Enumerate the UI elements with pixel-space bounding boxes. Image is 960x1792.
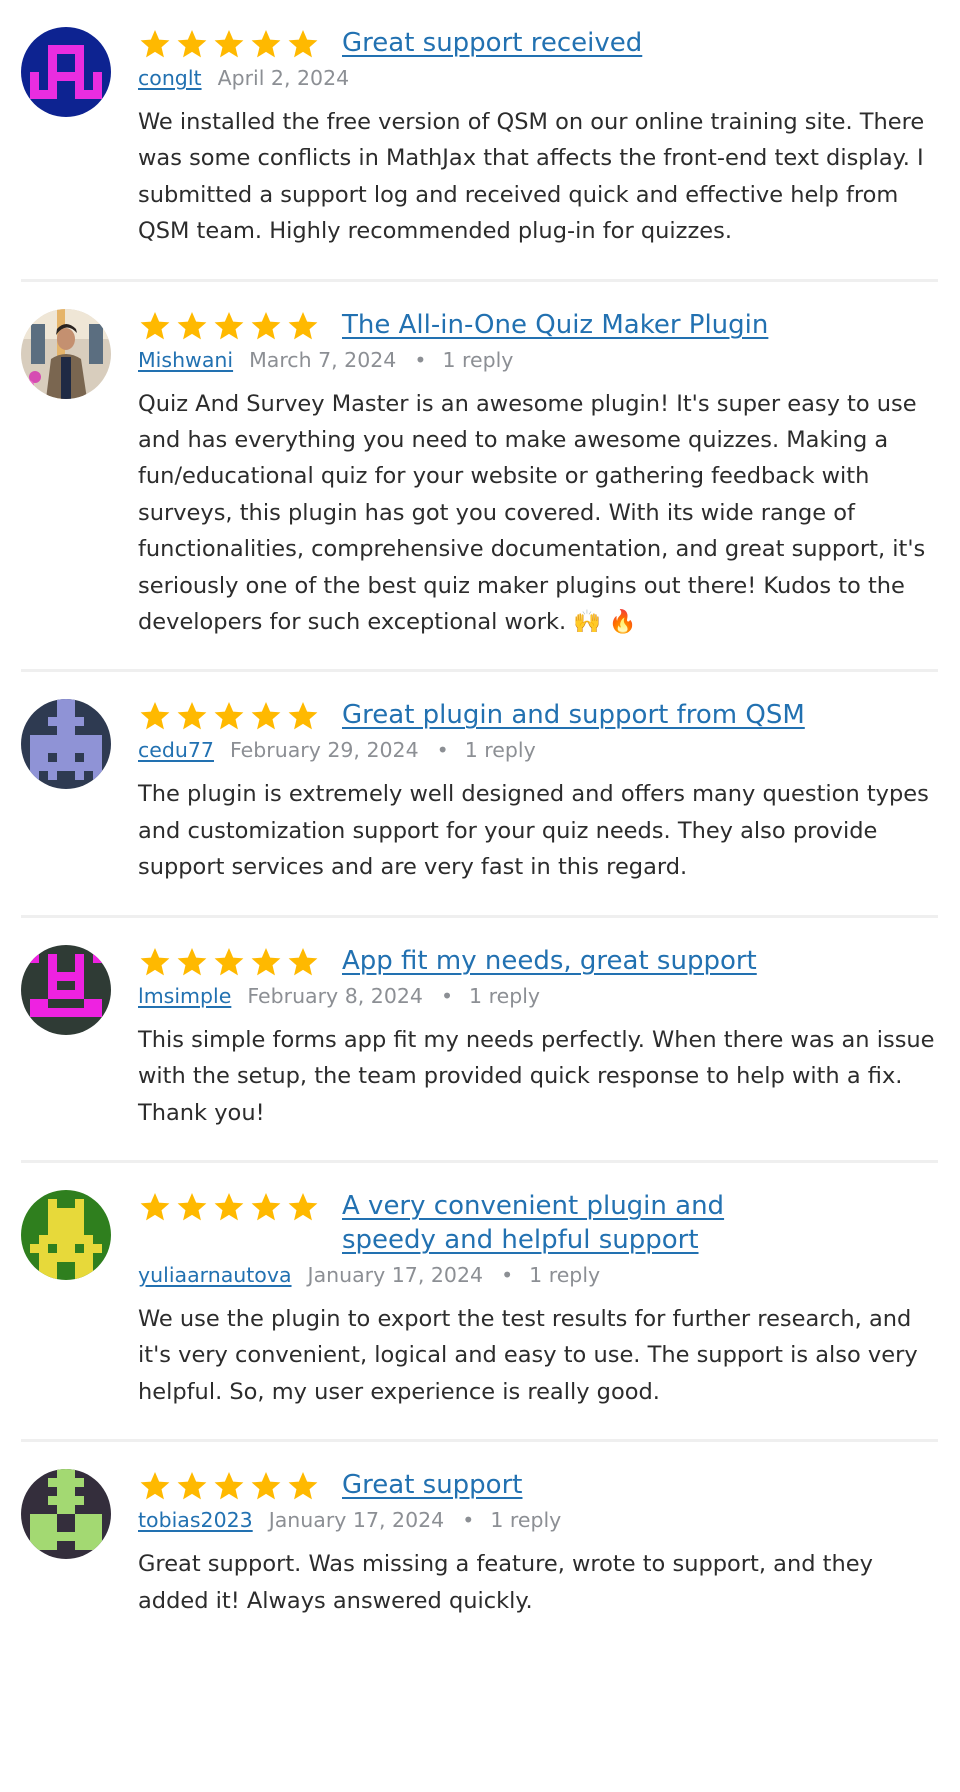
review-meta: conglt April 2, 2024 [138,64,938,92]
star-icon [249,1470,285,1502]
star-icon [212,700,248,732]
reply-count: 1 reply [442,347,514,372]
star-rating [138,1470,322,1502]
separator-dot: • [501,1262,514,1287]
review-meta: yuliaarnautova January 17, 2024 • 1 reply [138,1261,938,1289]
star-icon [175,700,211,732]
user-photo-avatar-icon [21,308,111,399]
author-link[interactable]: tobias2023 [138,1508,253,1532]
star-icon [175,1191,211,1223]
review-list: Great support received conglt April 2, 20… [21,0,938,1648]
review-item: A very convenient plugin and speedy and … [21,1163,938,1443]
review-item: Great support received conglt April 2, 20… [21,0,938,282]
star-icon [212,946,248,978]
review-date: February 29, 2024 [229,738,419,763]
review-body: The plugin is extremely well designed an… [138,781,929,881]
reply-count: 1 reply [464,738,536,763]
review-title-link[interactable]: Great plugin and support from QSM [342,698,805,732]
review-meta: Mishwani March 7, 2024 • 1 reply [138,346,938,374]
identicon-avatar-icon [21,699,111,790]
author-link[interactable]: cedu77 [138,738,214,762]
review-item: Great support tobias2023 January 17, 2024… [21,1442,938,1648]
star-icon [138,700,174,732]
star-icon [175,310,211,342]
star-icon [286,310,322,342]
star-rating [138,310,322,342]
reply-count: 1 reply [490,1508,562,1533]
review-body: We use the plugin to export the test res… [138,1305,918,1405]
star-icon [138,1191,174,1223]
review-date: January 17, 2024 [268,1508,445,1533]
review-meta: lmsimple February 8, 2024 • 1 reply [138,982,938,1010]
separator-dot: • [440,983,454,1008]
star-rating [138,28,322,60]
star-icon [212,1470,248,1502]
review-title-link[interactable]: Great support received [342,26,642,60]
review-body: We installed the free version of QSM on … [138,109,925,245]
review-title-link[interactable]: The All-in-One Quiz Maker Plugin [342,308,768,342]
review-meta: cedu77 February 29, 2024 • 1 reply [138,736,938,764]
star-icon [286,946,322,978]
reply-count: 1 reply [529,1262,601,1287]
star-icon [286,700,322,732]
review-title-link[interactable]: App fit my needs, great support [342,944,757,978]
star-icon [286,1470,322,1502]
star-icon [212,1191,248,1223]
review-title-link[interactable]: A very convenient plugin and speedy and … [342,1189,762,1257]
star-icon [175,28,211,60]
separator-dot: • [414,347,427,372]
separator-dot: • [462,1508,475,1533]
author-link[interactable]: lmsimple [138,984,231,1008]
star-icon [138,28,174,60]
star-rating [138,700,322,732]
star-icon [249,700,285,732]
star-icon [175,946,211,978]
star-icon [286,28,322,60]
star-icon [249,310,285,342]
avatar[interactable] [21,1469,111,1560]
star-icon [286,1191,322,1223]
review-item: The All-in-One Quiz Maker Plugin Mishwan… [21,282,938,673]
star-icon [138,946,174,978]
avatar[interactable] [21,1189,111,1280]
review-meta: tobias2023 January 17, 2024 • 1 reply [138,1506,938,1534]
review-title-link[interactable]: Great support [342,1468,522,1502]
separator-dot: • [436,738,449,763]
star-icon [249,28,285,60]
review-body: This simple forms app fit my needs perfe… [138,1026,935,1126]
author-link[interactable]: yuliaarnautova [138,1263,292,1287]
star-icon [212,28,248,60]
star-icon [212,310,248,342]
avatar[interactable] [21,944,111,1035]
author-link[interactable]: Mishwani [138,348,233,372]
review-date: February 8, 2024 [247,983,423,1008]
review-item: Great plugin and support from QSM cedu77… [21,672,938,918]
identicon-avatar-icon [21,27,111,117]
identicon-avatar-icon [21,944,111,1035]
reply-count: 1 reply [469,983,541,1008]
avatar[interactable] [21,27,111,117]
identicon-avatar-icon [21,1469,111,1560]
star-icon [175,1470,211,1502]
star-rating [138,1191,322,1223]
star-icon [249,946,285,978]
star-rating [138,946,322,978]
review-item: App fit my needs, great support lmsimple… [21,918,938,1163]
avatar[interactable] [21,308,111,399]
review-date: March 7, 2024 [249,347,397,372]
star-icon [249,1191,285,1223]
review-date: April 2, 2024 [217,66,350,90]
identicon-avatar-icon [21,1189,111,1280]
star-icon [138,1470,174,1502]
avatar[interactable] [21,699,111,790]
star-icon [138,310,174,342]
review-body: Quiz And Survey Master is an awesome plu… [138,390,926,636]
author-link[interactable]: conglt [138,66,202,90]
review-body: Great support. Was missing a feature, wr… [138,1551,873,1614]
review-date: January 17, 2024 [307,1262,484,1287]
